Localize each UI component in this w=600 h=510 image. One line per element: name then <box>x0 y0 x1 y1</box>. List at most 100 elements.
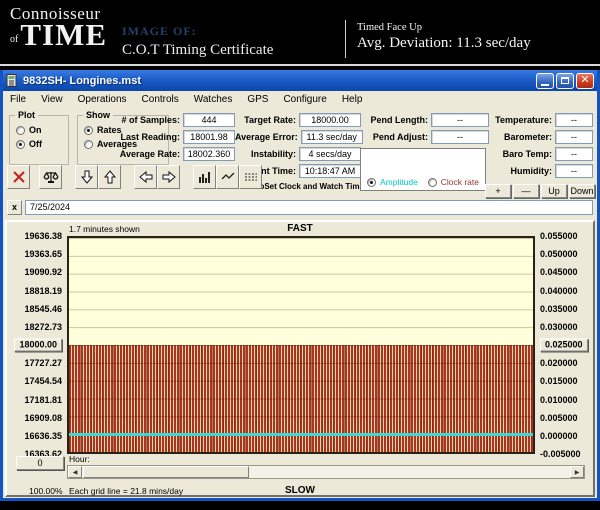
radio-label: On <box>29 125 42 135</box>
down-button[interactable]: Down <box>569 184 595 198</box>
field-value: 18001.98 <box>183 130 235 144</box>
field-label: Pend Length: <box>370 115 429 125</box>
menu-controls[interactable]: Controls <box>142 94 179 105</box>
menu-operations[interactable]: Operations <box>78 94 127 105</box>
image-of-label: IMAGE OF: <box>122 24 197 38</box>
radio-on[interactable]: On <box>16 125 63 135</box>
menu-help[interactable]: Help <box>342 94 363 105</box>
field-label: Barometer: <box>503 132 552 142</box>
scroll-left-icon[interactable]: ◀ <box>68 466 82 478</box>
screen: Connoisseur of TIME IMAGE OF: C.O.T Timi… <box>0 0 600 510</box>
title-bar[interactable]: 9832SH- Longines.mst ✕ <box>3 70 597 91</box>
samples-fields: # of Samples: 444 Last Reading: 18001.98 Ave… <box>99 113 235 161</box>
radio-amplitude[interactable]: Amplitude <box>367 177 418 187</box>
radio-clock-rate[interactable]: Clock rate <box>427 177 479 187</box>
right-axis-tick: 0.030000 <box>540 321 578 332</box>
left-axis-tick: 17727.27 <box>24 358 62 369</box>
left-axis-tick-button[interactable]: 18000.00 <box>14 338 62 352</box>
left-axis-tick: 19636.38 <box>24 231 62 241</box>
arrow-right-icon[interactable] <box>157 165 180 189</box>
zero-button[interactable]: 0 <box>16 456 64 470</box>
right-axis-tick: 0.045000 <box>540 267 578 278</box>
right-axis-tick: 0.035000 <box>540 303 578 314</box>
plus-button[interactable]: + <box>485 184 511 198</box>
right-axis-tick: 0.040000 <box>540 285 578 296</box>
scroll-track[interactable] <box>82 466 570 478</box>
field-label: Target Rate: <box>244 115 296 125</box>
maximize-button[interactable] <box>556 72 574 89</box>
plot-group: Plot On Off <box>9 110 69 165</box>
field-average-error: Average Error: 11.3 sec/day <box>235 130 363 144</box>
close-button[interactable]: ✕ <box>576 72 594 89</box>
field-label: Temperature: <box>495 115 552 125</box>
scroll-thumb[interactable] <box>83 466 249 478</box>
radio-off[interactable]: Off <box>16 139 63 149</box>
field-value: 444 <box>183 113 235 127</box>
radio-dot <box>84 139 93 149</box>
field-label: Average Rate: <box>119 149 180 159</box>
minimize-button[interactable] <box>536 72 554 89</box>
right-axis: 0.055000 0.050000 0.045000 0.040000 0.035000… <box>535 231 593 459</box>
line-graph-icon[interactable] <box>216 165 239 189</box>
arrow-left-icon[interactable] <box>134 165 157 189</box>
date-bar: x 7/25/2024 <box>7 200 593 215</box>
menu-configure[interactable]: Configure <box>283 94 326 105</box>
menu-view[interactable]: View <box>41 94 63 105</box>
plot-area[interactable] <box>67 236 535 454</box>
right-axis-tick: 0.055000 <box>540 231 578 241</box>
raster-icon[interactable] <box>239 165 262 189</box>
logo-time: TIME <box>20 17 108 52</box>
radio-dot <box>84 125 93 135</box>
scale-icon[interactable] <box>39 165 62 189</box>
arrow-up-icon[interactable] <box>98 165 121 189</box>
avg-deviation-label: Avg. Deviation: 11.3 sec/day <box>357 35 531 51</box>
field-value: 11.3 sec/day <box>300 130 363 144</box>
menu-watches[interactable]: Watches <box>194 94 233 105</box>
field-label: Last Reading: <box>120 132 180 142</box>
field-temperature: Temperature: -- <box>489 113 593 127</box>
pendulum-fields: Pend Length: -- Pend Adjust: -- <box>361 113 489 144</box>
field-value: -- <box>555 130 593 144</box>
certificate-title: C.O.T Timing Certificate <box>122 42 274 58</box>
right-axis-tick: 0.020000 <box>540 358 578 369</box>
left-axis-tick: 19363.65 <box>24 249 62 260</box>
minus-button[interactable]: — <box>513 184 539 198</box>
header-divider <box>345 20 346 58</box>
menu-gps[interactable]: GPS <box>247 94 268 105</box>
right-axis-tick-button[interactable]: 0.025000 <box>540 338 588 352</box>
toolbar <box>7 164 262 190</box>
left-axis-tick: 17454.54 <box>24 376 62 387</box>
field-value: 4 secs/day <box>299 147 361 161</box>
right-axis-tick: 0.050000 <box>540 249 578 260</box>
right-axis-tick: 0.015000 <box>540 376 578 387</box>
field-label: Instability: <box>250 149 296 159</box>
field-value: -- <box>431 130 489 144</box>
histogram-icon[interactable] <box>193 165 216 189</box>
field-pend-length: Pend Length: -- <box>361 113 489 127</box>
up-button[interactable]: Up <box>541 184 567 198</box>
radio-label: Clock rate <box>440 177 479 187</box>
left-axis-tick: 18545.46 <box>24 303 62 314</box>
right-axis-tick: 0.000000 <box>540 430 578 441</box>
fast-label: FAST <box>287 223 313 234</box>
app-window: 9832SH- Longines.mst ✕ File View Operation… <box>0 70 600 501</box>
menu-file[interactable]: File <box>10 94 26 105</box>
hour-label: Hour: <box>69 454 90 464</box>
left-axis-tick: 18818.19 <box>24 285 62 296</box>
field-label: Pend Adjust: <box>372 132 428 142</box>
field-label: Average Error: <box>235 132 298 142</box>
logo-of: of <box>10 33 19 45</box>
hour-scrollbar[interactable]: ◀ ▶ <box>67 465 585 479</box>
date-input[interactable]: 7/25/2024 <box>25 200 593 215</box>
clear-icon[interactable] <box>7 165 30 189</box>
field-humidity: Humidity: -- <box>489 164 593 178</box>
arrow-down-icon[interactable] <box>75 165 98 189</box>
field-of-samples: # of Samples: 444 <box>99 113 235 127</box>
field-pend-adjust: Pend Adjust: -- <box>361 130 489 144</box>
date-clear-button[interactable]: x <box>7 200 22 215</box>
scroll-right-icon[interactable]: ▶ <box>570 466 584 478</box>
window-title: 9832SH- Longines.mst <box>23 74 141 87</box>
field-baro-temp: Baro Temp: -- <box>489 147 593 161</box>
radio-dot <box>367 177 376 187</box>
field-label: Baro Temp: <box>502 149 552 159</box>
